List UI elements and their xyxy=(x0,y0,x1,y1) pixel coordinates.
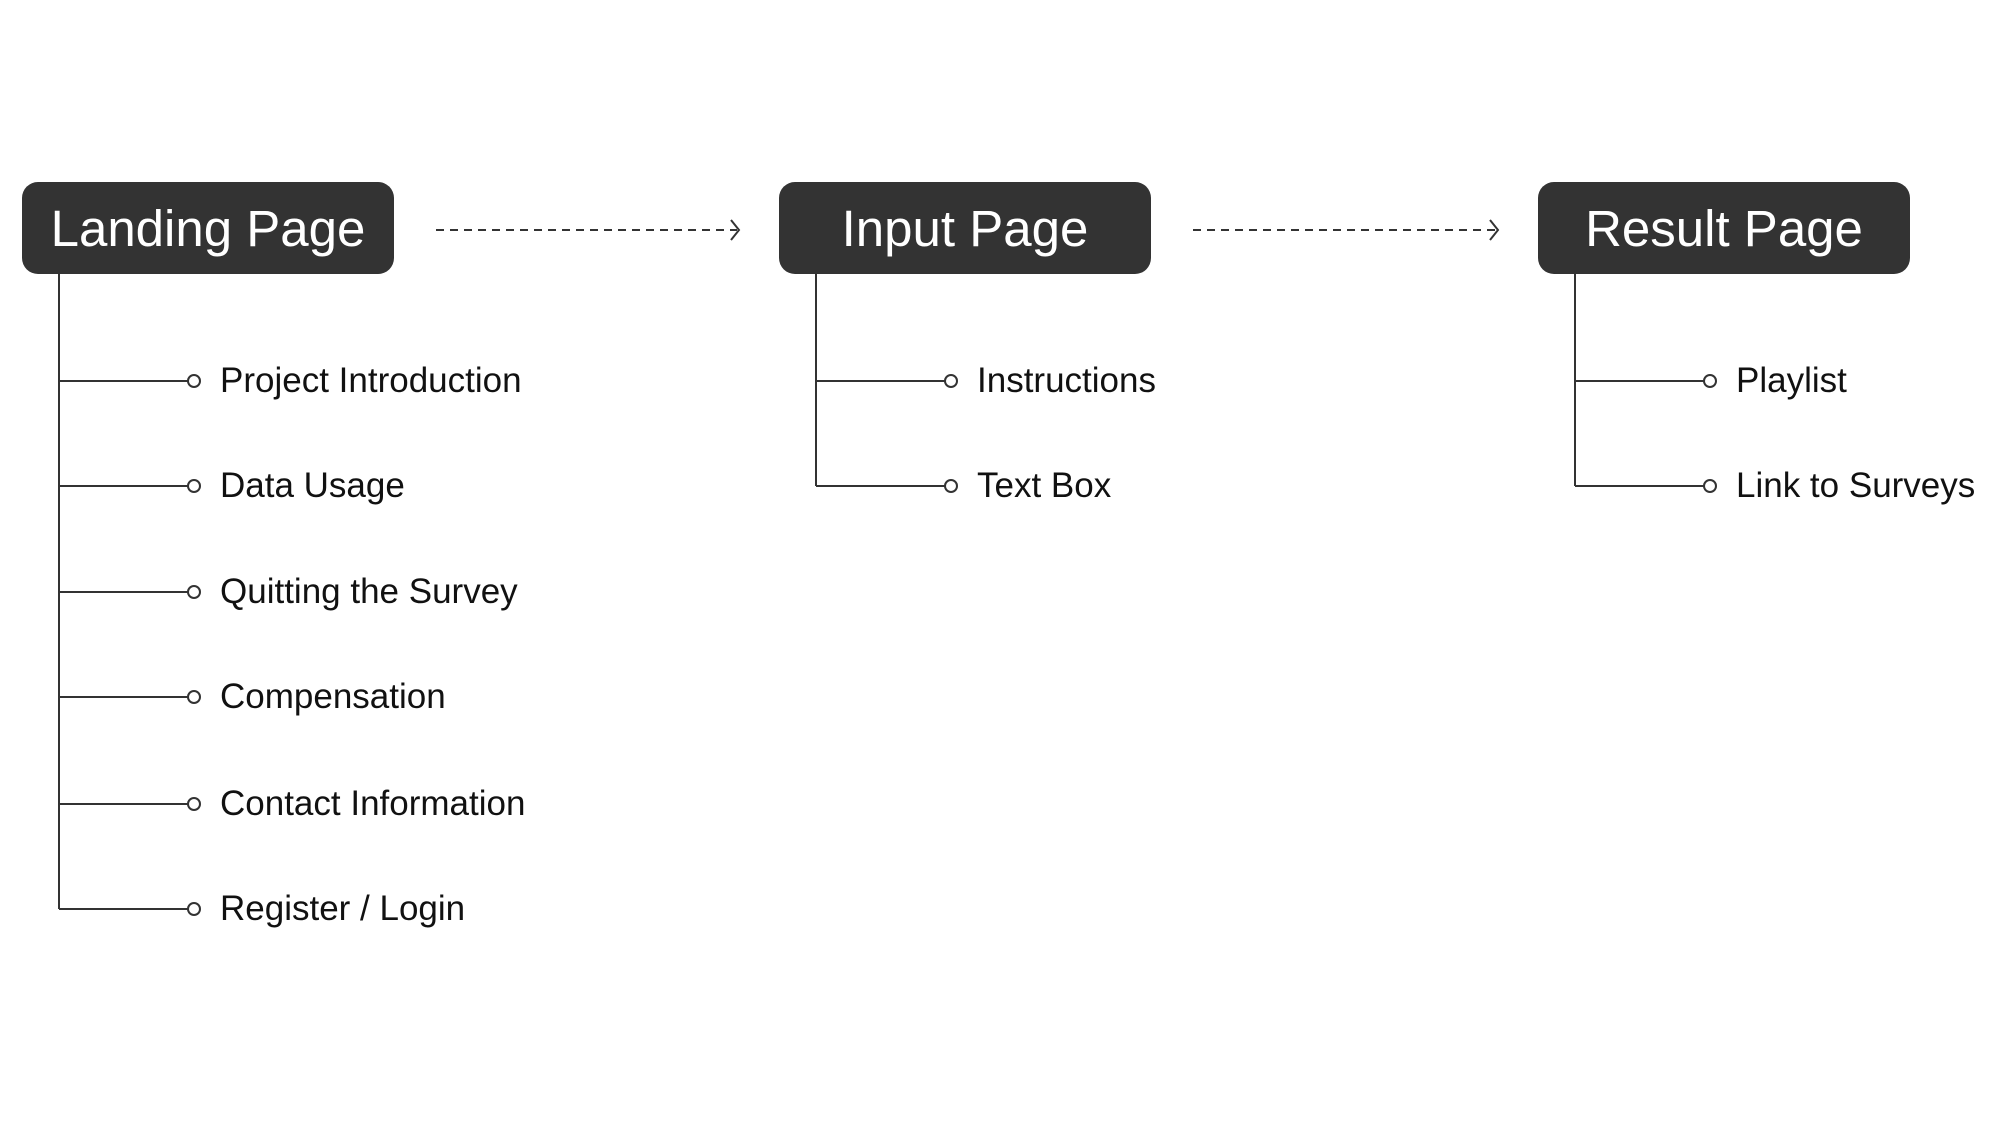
node-circle-icon xyxy=(1703,374,1717,388)
node-circle-icon xyxy=(187,797,201,811)
list-item: Compensation xyxy=(220,677,446,716)
node-circle-icon xyxy=(944,374,958,388)
list-item: Text Box xyxy=(977,466,1112,505)
node-circle-icon xyxy=(187,374,201,388)
list-item: Instructions xyxy=(977,361,1156,400)
node-input-page: Input Page xyxy=(779,182,1151,274)
node-circle-icon xyxy=(187,479,201,493)
node-landing-page: Landing Page xyxy=(22,182,394,274)
list-item: Data Usage xyxy=(220,466,405,505)
list-item: Quitting the Survey xyxy=(220,572,518,611)
list-item: Project Introduction xyxy=(220,361,522,400)
list-item: Register / Login xyxy=(220,889,466,928)
list-item: Link to Surveys xyxy=(1736,466,1976,505)
node-circle-icon xyxy=(187,585,201,599)
list-item: Contact Information xyxy=(220,784,526,823)
connector-lines xyxy=(58,219,1717,916)
node-result-page: Result Page xyxy=(1538,182,1910,274)
node-circle-icon xyxy=(1703,479,1717,493)
node-circle-icon xyxy=(944,479,958,493)
node-circle-icon xyxy=(187,690,201,704)
list-item: Playlist xyxy=(1736,361,1847,400)
node-circle-icon xyxy=(187,902,201,916)
